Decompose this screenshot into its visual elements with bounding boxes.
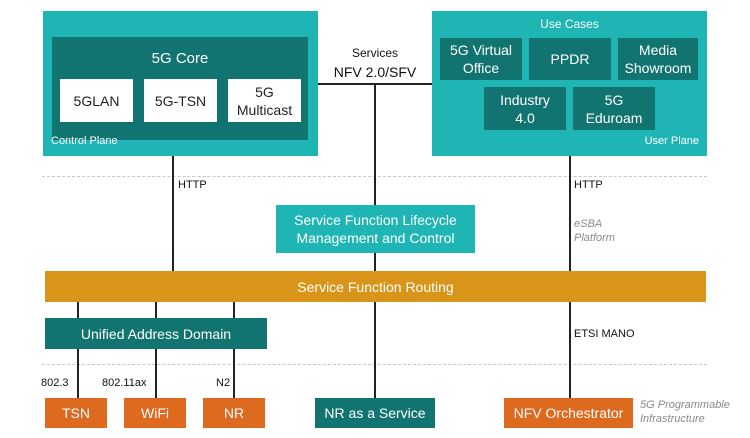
interface-802-3-label: 802.3	[41, 377, 69, 389]
control-plane-label: Control Plane	[51, 135, 118, 147]
use-case-ppdr: PPDR	[529, 38, 611, 80]
nr-box: NR	[203, 398, 265, 428]
nfv-orchestrator-box: NFV Orchestrator	[504, 398, 633, 428]
line-802-11ax	[155, 302, 157, 398]
user-plane-label: User Plane	[644, 135, 699, 147]
5g-core-box: 5G Core 5GLAN 5G-TSN 5G Multicast	[52, 37, 308, 140]
control-plane-box: 5G Core 5GLAN 5G-TSN 5G Multicast Contro…	[43, 11, 318, 156]
5g-multicast-box: 5G Multicast	[228, 79, 301, 122]
use-case-media-showroom: Media Showroom	[618, 38, 698, 80]
interface-n2-label: N2	[216, 377, 231, 389]
lifecycle-box: Service Function Lifecycle Management an…	[276, 205, 475, 253]
interface-802-11ax-label: 802.11ax	[102, 377, 147, 389]
services-label: Services	[351, 46, 398, 60]
http-right-label: HTTP	[574, 179, 603, 191]
http-left-line	[172, 156, 174, 272]
etsi-mano-label: ETSI MANO	[574, 328, 635, 340]
wifi-box: WiFi	[124, 398, 186, 428]
service-function-routing-bar: Service Function Routing	[45, 271, 706, 302]
use-case-5g-virtual-office: 5G Virtual Office	[440, 38, 522, 80]
use-case-5g-eduroam: 5G Eduroam	[573, 87, 655, 130]
programmable-infrastructure-label: 5G Programmable Infrastructure	[640, 399, 730, 425]
nfv-label: NFV 2.0/SFV	[333, 64, 417, 80]
nr-as-a-service-box: NR as a Service	[315, 398, 435, 428]
use-cases-title: Use Cases	[540, 17, 599, 31]
line-802-3	[77, 302, 79, 398]
unified-address-domain-box: Unified Address Domain	[45, 318, 267, 349]
http-left-label: HTTP	[178, 179, 207, 191]
use-case-industry-4-0: Industry 4.0	[484, 87, 566, 130]
esba-platform-label: eSBA Platform	[574, 218, 615, 244]
5g-core-title: 5G Core	[151, 49, 209, 67]
5glan-box: 5GLAN	[60, 79, 133, 122]
user-plane-box: Use Cases 5G Virtual Office PPDR Media S…	[432, 11, 707, 156]
line-n2	[233, 302, 235, 398]
5g-tsn-box: 5G-TSN	[144, 79, 217, 122]
tsn-box: TSN	[45, 398, 107, 428]
